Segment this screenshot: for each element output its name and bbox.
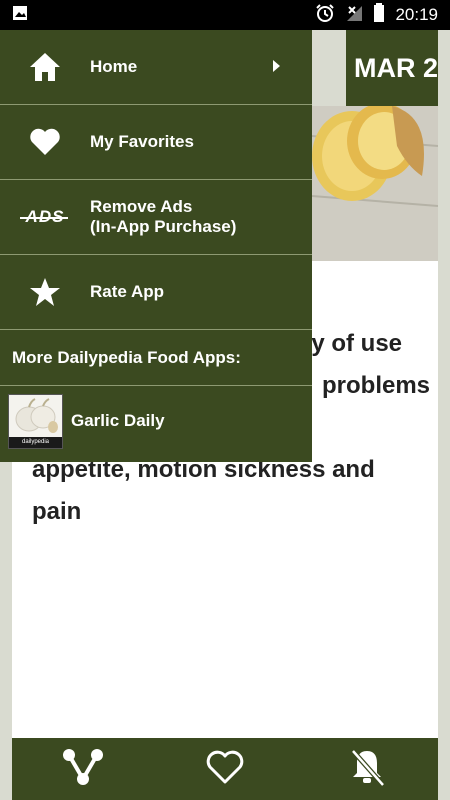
thumbnail-caption: dailypedia — [9, 436, 62, 448]
no-ads-icon: ADS — [0, 180, 90, 255]
notifications-off-button[interactable] — [337, 739, 397, 799]
status-bar: 20:19 — [0, 0, 450, 30]
article-line: pain — [32, 498, 82, 525]
drawer-item-remove-ads[interactable]: ADS Remove Ads (In-App Purchase) — [0, 180, 312, 255]
no-signal-icon — [345, 4, 363, 27]
notifications-off-icon — [349, 747, 385, 792]
garlic-app-thumbnail: dailypedia — [8, 393, 63, 449]
drawer-item-home[interactable]: Home — [0, 30, 312, 105]
bottom-toolbar — [12, 738, 438, 800]
chevron-right-icon — [273, 60, 280, 72]
drawer-item-label: Remove Ads (In-App Purchase) — [90, 197, 236, 237]
favorite-icon — [205, 749, 245, 790]
ginger-image — [312, 106, 438, 261]
strike-line — [20, 217, 68, 219]
share-button[interactable] — [53, 739, 113, 799]
drawer-item-rate-app[interactable]: Rate App — [0, 255, 312, 330]
drawer-item-label: Home — [90, 57, 138, 76]
drawer-item-label-line2: (In-App Purchase) — [90, 217, 237, 236]
clock-time: 20:19 — [395, 5, 438, 24]
drawer-item-label: My Favorites — [90, 132, 194, 151]
drawer-item-favorites[interactable]: My Favorites — [0, 105, 312, 180]
app-name: Garlic Daily — [71, 411, 165, 430]
drawer-item-label: Rate App — [90, 282, 164, 301]
more-apps-header: More Dailypedia Food Apps: — [0, 330, 312, 386]
navigation-drawer: Home My Favorites ADS Remove Ads (In-App… — [0, 30, 312, 462]
drawer-item-label-line1: Remove Ads — [90, 197, 193, 216]
image-icon — [12, 5, 28, 26]
home-icon — [0, 30, 90, 105]
battery-icon — [373, 2, 385, 28]
heart-icon — [0, 105, 90, 180]
date-label: MAR 2 — [344, 30, 438, 106]
alarm-icon — [315, 3, 335, 28]
share-icon — [61, 747, 105, 792]
star-icon — [0, 255, 90, 330]
favorite-button[interactable] — [195, 739, 255, 799]
app-item-garlic-daily[interactable]: dailypedia Garlic Daily — [0, 386, 312, 456]
